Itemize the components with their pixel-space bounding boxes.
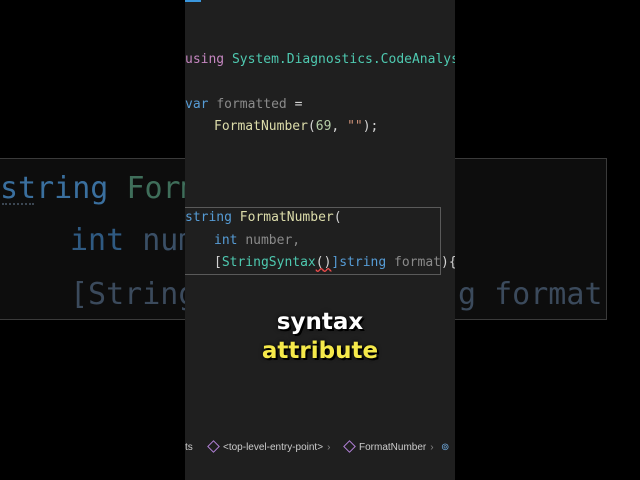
peek-definition-popup[interactable]: string FormatNumber( int number, [String… [185,207,455,275]
peek-signature-line: string FormatNumber( [185,210,342,225]
breadcrumb-method[interactable]: FormatNumber › [343,440,434,453]
active-tab-indicator [185,0,201,2]
bg-dots [2,203,34,205]
breadcrumb-fragment[interactable]: ts [185,442,193,453]
peek-int-param-line: int number, [214,233,301,248]
breadcrumb-entry-point[interactable]: <top-level-entry-point> › [207,440,331,453]
method-icon [343,440,356,453]
bg-line-3: [String [70,277,197,312]
namespace-icon [207,440,220,453]
var-line[interactable]: var formatted = [185,97,302,113]
code-editor[interactable]: using System.Diagnostics.CodeAnalys var … [185,0,455,480]
bg-line-1: string Form [0,171,199,206]
caption-line-2: attribute [261,338,379,364]
bg-line-2: int num [70,223,197,258]
breadcrumb-bar: ts <top-level-entry-point> › FormatNumber… [185,438,455,460]
symbol-icon: ⊚ [441,442,450,453]
peek-attribute-line: [StringSyntax()]string format){. [214,255,455,270]
call-line[interactable]: FormatNumber(69, ""); [214,119,378,135]
chevron-right-icon: › [430,442,434,453]
chevron-right-icon: › [327,442,331,453]
using-line[interactable]: using System.Diagnostics.CodeAnalys [185,52,455,68]
bg-line-3-tail: g format){. [458,277,606,312]
caption-line-1: syntax [276,309,364,335]
